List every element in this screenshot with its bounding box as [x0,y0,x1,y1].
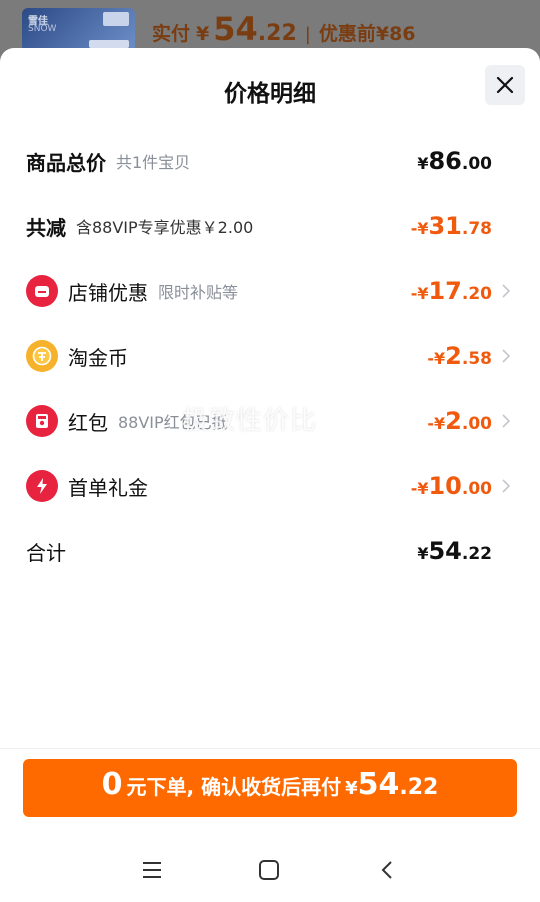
amount-sign: ¥ [417,544,429,563]
row-total-sub: 共1件宝贝 [116,153,191,172]
amount-dec: .58 [461,349,492,369]
amount-int: 54 [428,537,462,565]
home-icon[interactable] [257,858,281,882]
row-sum-name: 合计 [26,540,66,565]
amount-sign: -¥ [410,284,429,303]
chevron-right-icon [502,414,511,428]
row-firstorder-name: 首单礼金 [68,475,148,500]
amount-sign: -¥ [427,414,446,433]
cta-text: 元下单, 确认收货后再付 [126,775,342,799]
cta-currency: ¥ [345,778,358,799]
back-icon[interactable] [376,858,400,882]
row-redpacket-amount: -¥ 2 .00 [427,407,492,435]
row-redpacket-name: 红包 [68,410,108,435]
price-decimal: .22 [257,21,297,46]
sheet-title: 价格明细 [224,81,316,107]
row-total: 商品总价 共1件宝贝 ¥ 86 .00 [26,141,516,181]
amount-int: 2 [445,342,462,370]
price-currency: ¥ [196,23,210,45]
row-firstorder-amount: -¥ 10 .00 [411,472,492,500]
row-store-discount[interactable]: 店铺优惠 限时补贴等 -¥ 17 .20 [26,271,516,311]
amount-dec: .22 [461,544,492,564]
price-detail-sheet: 价格明细 商品总价 共1件宝贝 ¥ 86 .00 共减 含88VIP专享优惠￥2… [0,48,540,902]
price-separator: | [304,24,311,45]
row-store-name: 店铺优惠 [68,280,148,305]
amount-int: 31 [428,212,462,240]
chevron-right-icon [502,479,511,493]
amount-sign: ¥ [417,154,429,173]
row-total-name: 商品总价 [26,150,106,175]
coin-icon [26,340,58,372]
row-coin[interactable]: 淘金币 -¥ 2 .58 [26,336,516,376]
row-sum: 合计 ¥ 54 .22 [26,531,516,571]
amount-dec: .20 [461,284,492,304]
divider [0,748,540,749]
amount-dec: .00 [461,479,492,499]
row-reduce: 共减 含88VIP专享优惠￥2.00 -¥ 31 .78 [26,206,516,246]
product-thumbnail: 雪佳 SNOW [22,8,135,52]
row-coin-name: 淘金币 [68,345,128,370]
close-icon [496,76,514,94]
chevron-right-icon [502,284,511,298]
thumbnail-text-2: SNOW [28,24,57,34]
place-order-button[interactable]: 0 元下单, 确认收货后再付 ¥ 54 .22 [23,759,517,817]
background-price: 实付 ¥ 54 .22 | 优惠前¥86 [152,10,416,50]
amount-sign: -¥ [427,349,446,368]
price-label: 实付 [152,23,191,45]
red-packet-icon [26,405,58,437]
amount-int: 2 [445,407,462,435]
amount-dec: .00 [461,414,492,434]
chevron-right-icon [502,349,511,363]
system-navbar [0,838,540,902]
original-price: 优惠前¥86 [318,23,416,45]
row-reduce-sub: 含88VIP专享优惠￥2.00 [76,218,254,237]
amount-dec: .00 [461,154,492,174]
cta-price-dec: .22 [399,775,439,800]
cta-price-int: 54 [357,767,400,802]
row-store-sub: 限时补贴等 [158,283,239,302]
row-sum-amount: ¥ 54 .22 [417,537,492,565]
watermark-text: 极致性价比 [182,406,318,436]
cta-zero: 0 [101,767,123,802]
thumbnail-bar [89,40,129,48]
row-first-order[interactable]: 首单礼金 -¥ 10 .00 [26,466,516,506]
menu-icon[interactable] [140,858,164,882]
lightning-icon [26,470,58,502]
row-total-amount: ¥ 86 .00 [417,147,492,175]
row-store-amount: -¥ 17 .20 [411,277,492,305]
amount-int: 86 [428,147,462,175]
price-integer: 54 [213,10,258,48]
thumbnail-tag [103,12,129,26]
row-reduce-name: 共减 [26,215,66,240]
amount-sign: -¥ [410,479,429,498]
row-coin-amount: -¥ 2 .58 [427,342,492,370]
store-icon [26,275,58,307]
amount-dec: .78 [461,219,492,239]
close-button[interactable] [485,65,525,105]
amount-int: 17 [428,277,462,305]
amount-int: 10 [428,472,462,500]
amount-sign: -¥ [410,219,429,238]
row-reduce-amount: -¥ 31 .78 [411,212,492,240]
